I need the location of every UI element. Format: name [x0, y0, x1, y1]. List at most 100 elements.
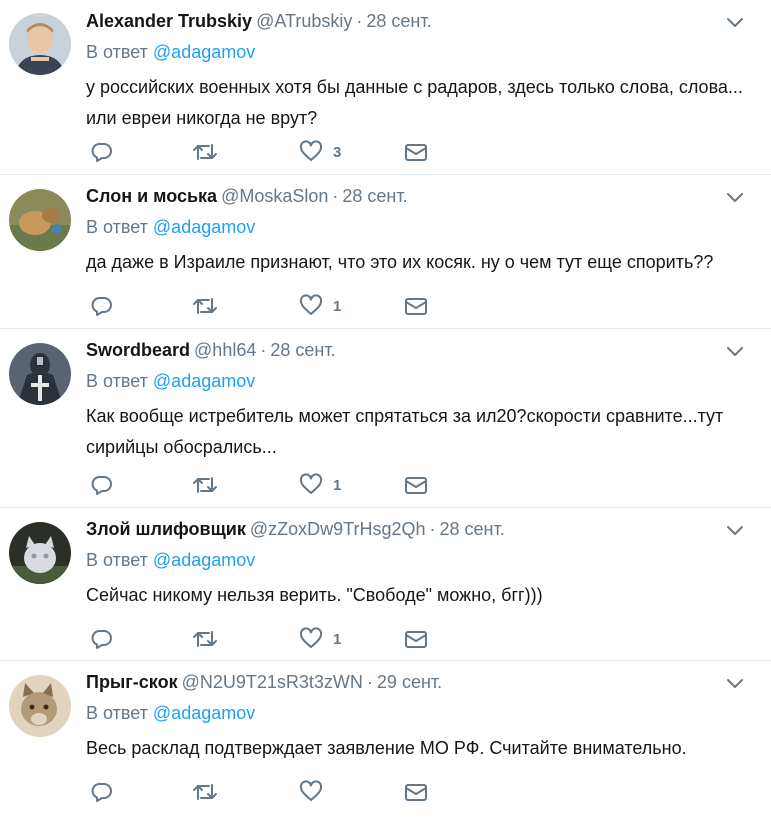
retweet-icon: [193, 298, 217, 314]
display-name[interactable]: Swordbeard: [86, 340, 190, 360]
tweet[interactable]: Злой шлифовщик @zZoxDw9TrHsg2Qh · 28 сент. …: [0, 508, 771, 661]
like-button[interactable]: [299, 779, 333, 805]
avatar[interactable]: [9, 675, 71, 737]
tweet-text: Сейчас никому нельзя верить. "Свободе" м…: [86, 585, 543, 605]
reply-prefix: В ответ: [86, 217, 148, 237]
display-name[interactable]: Слон и моська: [86, 186, 217, 206]
retweet-button[interactable]: [192, 626, 218, 652]
tweet-actions: 1: [86, 293, 446, 319]
reply-icon: [91, 630, 112, 649]
tweet-header: Слон и моська @MoskaSlon · 28 сент.: [86, 184, 408, 208]
reply-button[interactable]: [90, 472, 114, 498]
username[interactable]: @zZoxDw9TrHsg2Qh: [250, 519, 426, 539]
timestamp[interactable]: 28 сент.: [270, 340, 335, 360]
replying-to: В ответ @adagamov: [86, 40, 255, 64]
tweet-actions: 3: [86, 139, 446, 165]
tweet-header: Swordbeard @hhl64 · 28 сент.: [86, 338, 336, 362]
envelope-icon: [405, 298, 427, 315]
reply-to-link[interactable]: @adagamov: [153, 371, 255, 391]
retweet-icon: [193, 477, 217, 493]
avatar[interactable]: [9, 189, 71, 251]
tweet-text: Как вообще истребитель может спрятаться …: [86, 406, 724, 457]
timestamp[interactable]: 28 сент.: [342, 186, 407, 206]
reply-to-link[interactable]: @adagamov: [153, 42, 255, 62]
username[interactable]: @MoskaSlon: [221, 186, 328, 206]
reply-icon: [91, 476, 112, 495]
reply-to-link[interactable]: @adagamov: [153, 550, 255, 570]
username[interactable]: @ATrubskiy: [256, 11, 352, 31]
tweet-actions: 1: [86, 626, 446, 652]
like-button[interactable]: 1: [299, 626, 341, 652]
tweet[interactable]: Swordbeard @hhl64 · 28 сент. В ответ @adaga…: [0, 329, 771, 508]
reply-button[interactable]: [90, 626, 114, 652]
like-count: 1: [333, 476, 342, 494]
display-name[interactable]: Alexander Trubskiy: [86, 11, 252, 31]
tweet[interactable]: Прыг-скок @N2U9T21sR3t3zWN · 29 сент. В отв…: [0, 661, 771, 825]
direct-message-button[interactable]: [404, 293, 428, 319]
tweet-text: да даже в Израиле признают, что это их к…: [86, 252, 714, 272]
timestamp[interactable]: 28 сент.: [440, 519, 505, 539]
tweet[interactable]: Слон и моська @MoskaSlon · 28 сент. В ответ…: [0, 175, 771, 329]
heart-icon: [299, 473, 323, 494]
tweet-actions: 1: [86, 472, 446, 498]
retweet-button[interactable]: [192, 472, 218, 498]
like-button[interactable]: 3: [299, 139, 341, 165]
reply-prefix: В ответ: [86, 550, 148, 570]
separator: ·: [332, 186, 339, 206]
reply-icon: [91, 143, 112, 162]
reply-icon: [91, 783, 112, 802]
reply-to-link[interactable]: @adagamov: [153, 217, 255, 237]
separator: ·: [366, 672, 373, 692]
chevron-down-icon[interactable]: [725, 191, 745, 205]
reply-feed: Alexander Trubskiy @ATrubskiy · 28 сент. В …: [0, 0, 771, 825]
like-count: 1: [333, 630, 342, 648]
chevron-down-icon[interactable]: [725, 16, 745, 30]
timestamp[interactable]: 29 сент.: [377, 672, 442, 692]
avatar[interactable]: [9, 343, 71, 405]
display-name[interactable]: Злой шлифовщик: [86, 519, 246, 539]
direct-message-button[interactable]: [404, 626, 428, 652]
like-count: 3: [333, 143, 342, 161]
envelope-icon: [405, 477, 427, 494]
envelope-icon: [405, 631, 427, 648]
direct-message-button[interactable]: [404, 139, 428, 165]
heart-icon: [299, 780, 323, 801]
chevron-down-icon[interactable]: [725, 677, 745, 691]
tweet-text: Весь расклад подтверждает заявление МО Р…: [86, 738, 687, 758]
retweet-icon: [193, 784, 217, 800]
tweet-text: у российских военных хотя бы данные с ра…: [86, 77, 743, 128]
retweet-button[interactable]: [192, 139, 218, 165]
username[interactable]: @N2U9T21sR3t3zWN: [182, 672, 363, 692]
retweet-icon: [193, 631, 217, 647]
heart-icon: [299, 140, 323, 161]
separator: ·: [260, 340, 267, 360]
reply-button[interactable]: [90, 293, 114, 319]
like-count: 1: [333, 297, 342, 315]
chevron-down-icon[interactable]: [725, 345, 745, 359]
heart-icon: [299, 294, 323, 315]
tweet-header: Alexander Trubskiy @ATrubskiy · 28 сент.: [86, 9, 432, 33]
replying-to: В ответ @adagamov: [86, 701, 255, 725]
envelope-icon: [405, 144, 427, 161]
tweet-actions: [86, 779, 446, 805]
reply-to-link[interactable]: @adagamov: [153, 703, 255, 723]
timestamp[interactable]: 28 сент.: [366, 11, 431, 31]
direct-message-button[interactable]: [404, 779, 428, 805]
retweet-button[interactable]: [192, 779, 218, 805]
direct-message-button[interactable]: [404, 472, 428, 498]
replying-to: В ответ @adagamov: [86, 215, 255, 239]
heart-icon: [299, 627, 323, 648]
display-name[interactable]: Прыг-скок: [86, 672, 178, 692]
separator: ·: [356, 11, 363, 31]
like-button[interactable]: 1: [299, 293, 341, 319]
envelope-icon: [405, 784, 427, 801]
avatar[interactable]: [9, 522, 71, 584]
tweet[interactable]: Alexander Trubskiy @ATrubskiy · 28 сент. В …: [0, 0, 771, 175]
username[interactable]: @hhl64: [194, 340, 256, 360]
reply-button[interactable]: [90, 779, 114, 805]
chevron-down-icon[interactable]: [725, 524, 745, 538]
avatar[interactable]: [9, 13, 71, 75]
reply-button[interactable]: [90, 139, 114, 165]
retweet-button[interactable]: [192, 293, 218, 319]
like-button[interactable]: 1: [299, 472, 341, 498]
